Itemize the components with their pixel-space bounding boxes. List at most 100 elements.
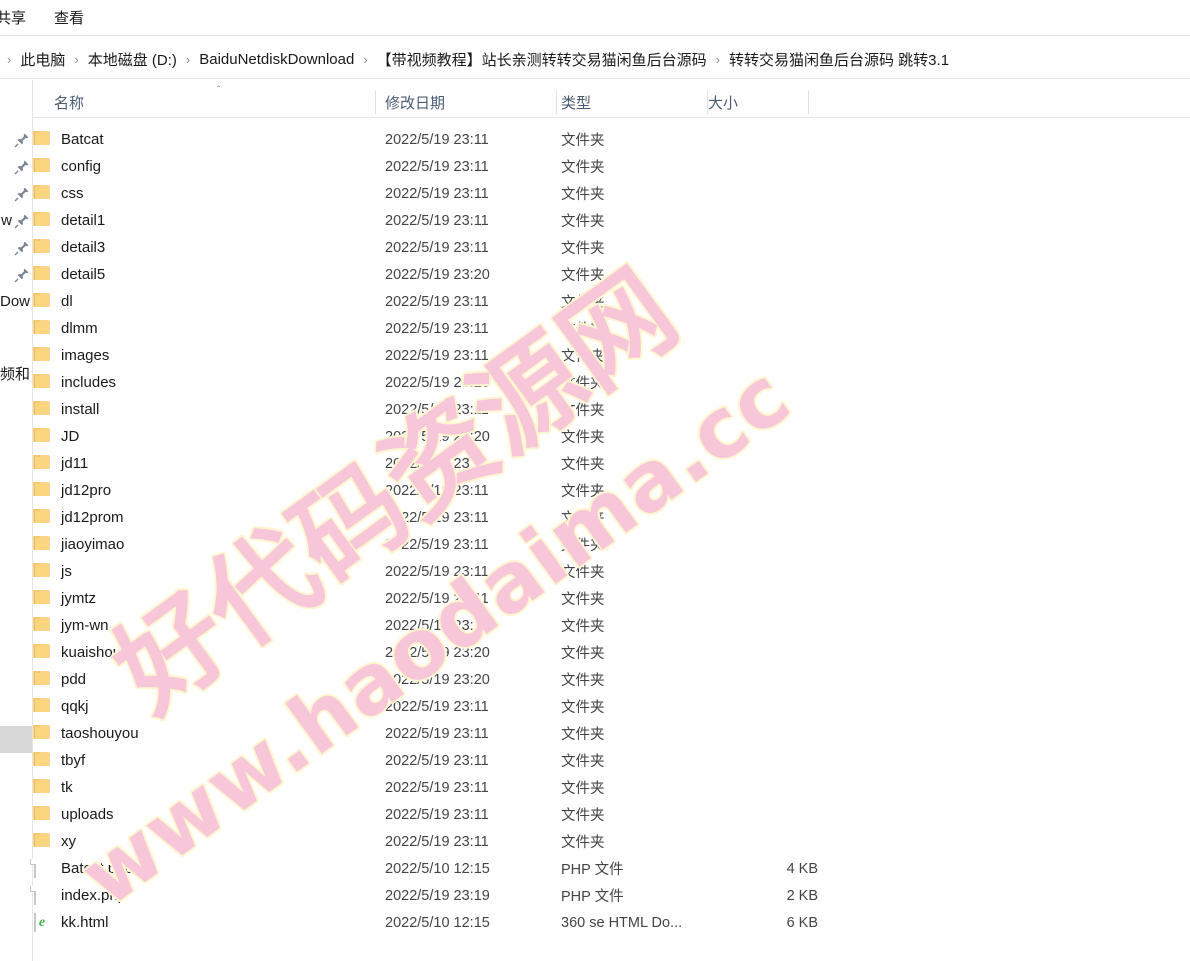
column-resize-handle-3[interactable]: [808, 90, 809, 114]
file-name-cell[interactable]: tbyf: [33, 747, 85, 774]
file-name-cell[interactable]: js: [33, 558, 72, 585]
file-name-cell[interactable]: index.php: [33, 882, 126, 909]
breadcrumb[interactable]: › 此电脑 › 本地磁盘 (D:) › BaiduNetdiskDownload › 【带视频…: [0, 44, 1190, 74]
nav-item-1[interactable]: [0, 153, 32, 180]
nav-item-0[interactable]: [0, 126, 32, 153]
table-row[interactable]: detail1 2022/5/19 23:11 文件夹: [33, 207, 1190, 234]
file-name-cell[interactable]: dl: [33, 288, 73, 315]
file-name-cell[interactable]: install: [33, 396, 99, 423]
pin-icon[interactable]: [14, 213, 30, 229]
breadcrumb-item-4[interactable]: 转转交易猫闲鱼后台源码 跳转3.1: [727, 48, 951, 71]
file-size-cell: [708, 477, 818, 504]
file-name-cell[interactable]: detail1: [33, 207, 105, 234]
file-name-cell[interactable]: jiaoyimao: [33, 531, 124, 558]
navigation-pane[interactable]: w Dow 视频和: [0, 80, 32, 961]
ribbon-tab-0[interactable]: 共享: [0, 6, 40, 32]
table-row[interactable]: Batcat 2022/5/19 23:11 文件夹: [33, 126, 1190, 153]
table-row[interactable]: Batcat.php 2022/5/10 12:15 PHP 文件 4 KB: [33, 855, 1190, 882]
file-name-cell[interactable]: tk: [33, 774, 73, 801]
breadcrumb-chevron-icon[interactable]: ›: [67, 52, 85, 67]
file-name-cell[interactable]: jymtz: [33, 585, 96, 612]
table-row[interactable]: jd12prom 2022/5/19 23:11 文件夹: [33, 504, 1190, 531]
table-row[interactable]: JD 2022/5/19 23:20 文件夹: [33, 423, 1190, 450]
breadcrumb-item-3[interactable]: 【带视频教程】站长亲测转转交易猫闲鱼后台源码: [375, 48, 709, 71]
table-row[interactable]: config 2022/5/19 23:11 文件夹: [33, 153, 1190, 180]
ribbon-tab-1[interactable]: 查看: [40, 6, 98, 32]
table-row[interactable]: tbyf 2022/5/19 23:11 文件夹: [33, 747, 1190, 774]
nav-item-4[interactable]: [0, 234, 32, 261]
table-row[interactable]: jd12pro 2022/5/19 23:11 文件夹: [33, 477, 1190, 504]
column-header-row[interactable]: 名称 ＾ 修改日期 类型 大小: [33, 86, 1190, 118]
table-row[interactable]: images 2022/5/19 23:11 文件夹: [33, 342, 1190, 369]
file-name-cell[interactable]: jd11: [33, 450, 88, 477]
file-name-cell[interactable]: css: [33, 180, 84, 207]
table-row[interactable]: e kk.html 2022/5/10 12:15 360 se HTML Do...…: [33, 909, 1190, 936]
table-row[interactable]: qqkj 2022/5/19 23:11 文件夹: [33, 693, 1190, 720]
table-row[interactable]: kuaishou 2022/5/19 23:20 文件夹: [33, 639, 1190, 666]
table-row[interactable]: xy 2022/5/19 23:11 文件夹: [33, 828, 1190, 855]
column-header-2[interactable]: 类型: [561, 86, 591, 118]
file-name-cell[interactable]: config: [33, 153, 101, 180]
nav-item-3[interactable]: w: [0, 207, 32, 234]
breadcrumb-item-2[interactable]: BaiduNetdiskDownload: [197, 50, 356, 69]
table-row[interactable]: css 2022/5/19 23:11 文件夹: [33, 180, 1190, 207]
file-name-cell[interactable]: Batcat: [33, 126, 104, 153]
table-row[interactable]: install 2022/5/19 23:11 文件夹: [33, 396, 1190, 423]
table-row[interactable]: detail5 2022/5/19 23:20 文件夹: [33, 261, 1190, 288]
nav-item-7[interactable]: 视频和: [0, 360, 32, 387]
table-row[interactable]: jym-wn 2022/5/19 23:20 文件夹: [33, 612, 1190, 639]
file-name-cell[interactable]: qqkj: [33, 693, 89, 720]
table-row[interactable]: dlmm 2022/5/19 23:11 文件夹: [33, 315, 1190, 342]
column-header-1[interactable]: 修改日期: [385, 86, 445, 118]
table-row[interactable]: detail3 2022/5/19 23:11 文件夹: [33, 234, 1190, 261]
file-name-cell[interactable]: images: [33, 342, 109, 369]
column-resize-handle-0[interactable]: [375, 90, 376, 114]
column-header-3[interactable]: 大小: [708, 86, 738, 118]
table-row[interactable]: js 2022/5/19 23:11 文件夹: [33, 558, 1190, 585]
nav-item-6[interactable]: Dow: [0, 288, 32, 315]
file-name-cell[interactable]: taoshouyou: [33, 720, 139, 747]
pin-icon[interactable]: [14, 267, 30, 283]
file-name-cell[interactable]: jym-wn: [33, 612, 109, 639]
table-row[interactable]: taoshouyou 2022/5/19 23:11 文件夹: [33, 720, 1190, 747]
table-row[interactable]: jd11 2022/5/19 23:11 文件夹: [33, 450, 1190, 477]
column-header-0[interactable]: 名称: [54, 86, 84, 118]
file-name-cell[interactable]: jd12prom: [33, 504, 124, 531]
file-name-cell[interactable]: Batcat.php: [33, 855, 133, 882]
table-row[interactable]: jymtz 2022/5/19 23:11 文件夹: [33, 585, 1190, 612]
table-row[interactable]: includes 2022/5/19 23:20 文件夹: [33, 369, 1190, 396]
file-name-cell[interactable]: JD: [33, 423, 79, 450]
pin-icon[interactable]: [14, 159, 30, 175]
table-row[interactable]: pdd 2022/5/19 23:20 文件夹: [33, 666, 1190, 693]
nav-item-2[interactable]: [0, 180, 32, 207]
file-name-cell[interactable]: kuaishou: [33, 639, 121, 666]
breadcrumb-item-0[interactable]: 此电脑: [18, 48, 67, 71]
table-row[interactable]: jiaoyimao 2022/5/19 23:11 文件夹: [33, 531, 1190, 558]
file-size-cell: 4 KB: [708, 855, 818, 882]
column-resize-handle-1[interactable]: [556, 90, 557, 114]
file-name-cell[interactable]: detail3: [33, 234, 105, 261]
table-row[interactable]: tk 2022/5/19 23:11 文件夹: [33, 774, 1190, 801]
file-name-cell[interactable]: xy: [33, 828, 76, 855]
file-name-cell[interactable]: dlmm: [33, 315, 98, 342]
nav-item-5[interactable]: [0, 261, 32, 288]
file-name-cell[interactable]: jd12pro: [33, 477, 111, 504]
file-name-cell[interactable]: uploads: [33, 801, 114, 828]
pin-icon[interactable]: [14, 186, 30, 202]
table-row[interactable]: dl 2022/5/19 23:11 文件夹: [33, 288, 1190, 315]
breadcrumb-chevron-icon[interactable]: ›: [356, 52, 374, 67]
file-list[interactable]: Batcat 2022/5/19 23:11 文件夹 config 2022/5/19 …: [33, 126, 1190, 961]
pin-icon[interactable]: [14, 240, 30, 256]
table-row[interactable]: index.php 2022/5/19 23:19 PHP 文件 2 KB: [33, 882, 1190, 909]
file-name-cell[interactable]: pdd: [33, 666, 86, 693]
breadcrumb-chevron-icon[interactable]: ›: [179, 52, 197, 67]
file-name-cell[interactable]: includes: [33, 369, 116, 396]
table-row[interactable]: uploads 2022/5/19 23:11 文件夹: [33, 801, 1190, 828]
breadcrumb-item-1[interactable]: 本地磁盘 (D:): [86, 48, 179, 71]
file-type-label: 文件夹: [561, 268, 605, 284]
nav-selected-highlight[interactable]: [0, 726, 32, 753]
pin-icon[interactable]: [14, 132, 30, 148]
file-name-cell[interactable]: detail5: [33, 261, 105, 288]
breadcrumb-chevron-icon[interactable]: ›: [709, 52, 727, 67]
file-name-cell[interactable]: e kk.html: [33, 909, 109, 936]
